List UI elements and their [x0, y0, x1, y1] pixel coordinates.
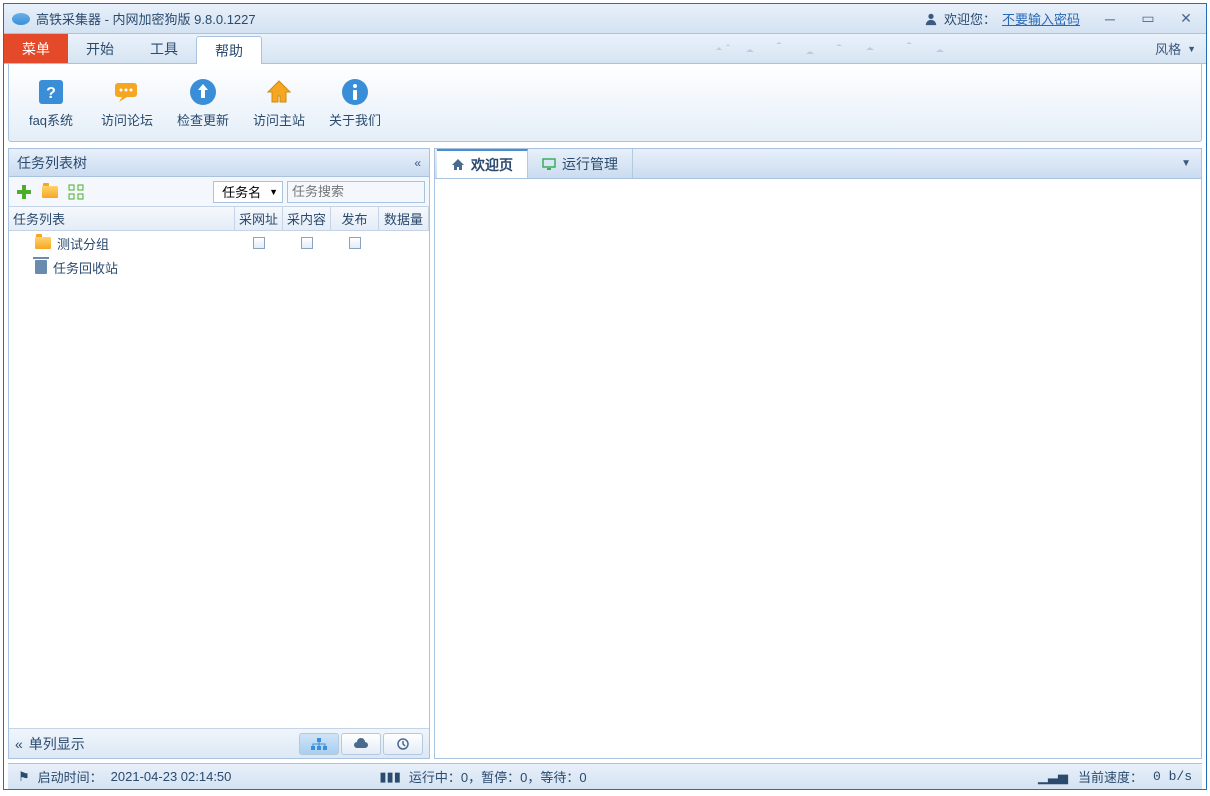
forum-icon: [111, 76, 143, 108]
task-table-body: 测试分组 任务回收站: [9, 231, 429, 728]
ribbon-update-label: 检查更新: [177, 110, 229, 129]
col-content[interactable]: 采内容: [283, 207, 331, 230]
tab-runmgr-label: 运行管理: [562, 154, 618, 174]
right-panel: 欢迎页 运行管理 ▼: [434, 148, 1202, 759]
window-title: 高铁采集器 - 内网加密狗版 9.8.0.1227: [36, 9, 256, 28]
folder-icon: [35, 237, 51, 249]
table-row[interactable]: 测试分组: [9, 231, 429, 255]
left-toolbar: 任务名 ▼ 🔍: [9, 177, 429, 207]
speed-value: 0 b/s: [1153, 769, 1192, 784]
menu-style[interactable]: 风格 ▼: [1145, 34, 1206, 63]
view-clock-button[interactable]: [383, 733, 423, 755]
start-time-label: 启动时间：: [38, 767, 103, 786]
col-pub[interactable]: 发布: [331, 207, 379, 230]
ribbon-site[interactable]: 访问主站: [243, 68, 315, 137]
ribbon: ? faq系统 访问论坛 检查更新 访问主站 关于我们: [8, 64, 1202, 142]
chevron-down-icon: ▼: [1187, 44, 1196, 54]
checkbox[interactable]: [301, 237, 313, 249]
left-panel: 任务列表树 « 任务名 ▼ 🔍 任务列表 采网址: [8, 148, 430, 759]
start-time-value: 2021-04-23 02:14:50: [111, 769, 232, 784]
birds-decoration: [706, 36, 986, 62]
statusbar: ⚑ 启动时间： 2021-04-23 02:14:50 ▮▮▮ 运行中：0，暂停…: [8, 763, 1202, 789]
running-status: 运行中：0，暂停：0，等待：0: [409, 767, 587, 786]
maximize-button[interactable]: ▭: [1136, 10, 1160, 28]
view-cloud-button[interactable]: [341, 733, 381, 755]
left-panel-footer: « 单列显示: [9, 728, 429, 758]
tabs-dropdown[interactable]: ▼: [1171, 149, 1201, 178]
ribbon-faq[interactable]: ? faq系统: [15, 68, 87, 137]
speed-label: 当前速度：: [1078, 767, 1143, 786]
network-icon: [310, 737, 328, 751]
tab-runmgr[interactable]: 运行管理: [528, 149, 633, 178]
row-name: 测试分组: [57, 234, 109, 253]
faq-icon: ?: [35, 76, 67, 108]
chevron-down-icon: ▼: [269, 187, 278, 197]
close-button[interactable]: ✕: [1174, 10, 1198, 28]
flag-icon: ⚑: [18, 769, 30, 785]
table-row[interactable]: 任务回收站: [9, 255, 429, 279]
expand-label: 单列显示: [29, 734, 85, 754]
checkbox[interactable]: [349, 237, 361, 249]
col-task[interactable]: 任务列表: [9, 207, 235, 230]
filter-select[interactable]: 任务名 ▼: [213, 181, 283, 203]
menu-start[interactable]: 开始: [68, 34, 132, 63]
home-icon: [451, 158, 465, 172]
folder-button[interactable]: [39, 181, 61, 203]
expand-button[interactable]: « 单列显示: [15, 734, 85, 754]
minimize-button[interactable]: ─: [1098, 10, 1122, 28]
signal-icon: ▁▃▅: [1038, 769, 1068, 785]
folder-icon: [42, 186, 58, 198]
cloud-icon: [352, 737, 370, 751]
menu-main[interactable]: 菜单: [4, 34, 68, 63]
clock-icon: [394, 737, 412, 751]
row-name: 任务回收站: [53, 258, 118, 277]
checkbox[interactable]: [253, 237, 265, 249]
filter-select-label: 任务名: [222, 182, 261, 201]
monitor-icon: [542, 157, 556, 171]
col-data[interactable]: 数据量: [379, 207, 429, 230]
ribbon-forum-label: 访问论坛: [101, 110, 153, 129]
update-icon: [187, 76, 219, 108]
left-panel-header: 任务列表树 «: [9, 149, 429, 177]
ribbon-site-label: 访问主站: [253, 110, 305, 129]
expand-all-button[interactable]: [65, 181, 87, 203]
app-icon: [12, 13, 30, 25]
menu-style-label: 风格: [1155, 39, 1181, 58]
add-button[interactable]: [13, 181, 35, 203]
expand-icon: «: [15, 736, 23, 752]
menu-help[interactable]: 帮助: [196, 36, 262, 64]
welcome-label: 欢迎您：: [944, 9, 996, 28]
tab-welcome[interactable]: 欢迎页: [437, 149, 528, 178]
ribbon-about-label: 关于我们: [329, 110, 381, 129]
ribbon-update[interactable]: 检查更新: [167, 68, 239, 137]
ribbon-about[interactable]: 关于我们: [319, 68, 391, 137]
view-network-button[interactable]: [299, 733, 339, 755]
trash-icon: [35, 260, 47, 274]
collapse-left-icon[interactable]: «: [414, 156, 421, 170]
ribbon-forum[interactable]: 访问论坛: [91, 68, 163, 137]
titlebar: 高铁采集器 - 内网加密狗版 9.8.0.1227 欢迎您： 不要输入密码 ─ …: [4, 4, 1206, 34]
home-icon: [263, 76, 295, 108]
user-link[interactable]: 不要输入密码: [1002, 9, 1080, 28]
tabs-bar: 欢迎页 运行管理 ▼: [435, 149, 1201, 179]
menu-tools[interactable]: 工具: [132, 34, 196, 63]
info-icon: [339, 76, 371, 108]
svg-text:?: ?: [46, 85, 56, 102]
tab-content: [435, 179, 1201, 758]
bars-icon: ▮▮▮: [379, 769, 400, 785]
tab-welcome-label: 欢迎页: [471, 155, 513, 175]
ribbon-faq-label: faq系统: [29, 110, 73, 129]
user-icon: [924, 12, 938, 26]
search-box: 🔍: [287, 181, 425, 203]
col-url[interactable]: 采网址: [235, 207, 283, 230]
task-table-header: 任务列表 采网址 采内容 发布 数据量: [9, 207, 429, 231]
menubar: 菜单 开始 工具 帮助 风格 ▼: [4, 34, 1206, 64]
left-panel-title: 任务列表树: [17, 153, 87, 173]
